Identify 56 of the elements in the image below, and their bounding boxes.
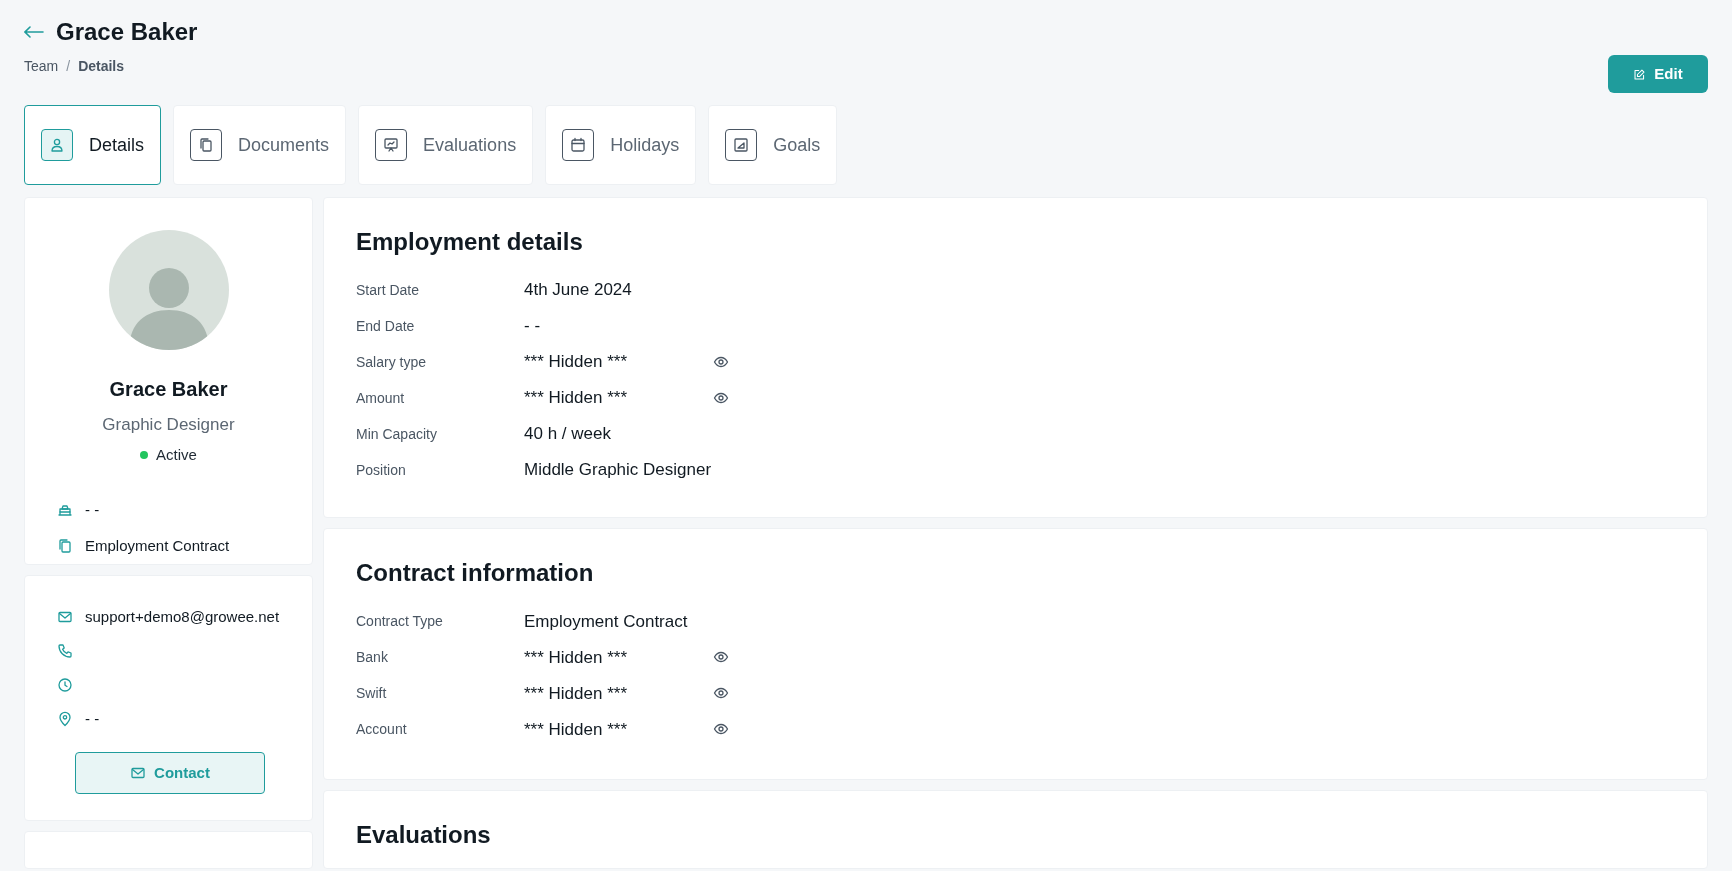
section-title: Contract information — [356, 558, 595, 589]
field-label: Start Date — [356, 280, 421, 300]
tab[interactable]: Goals — [708, 105, 838, 185]
cake-icon — [57, 502, 73, 518]
section-title: Evaluations — [356, 820, 492, 851]
field-value: 40 h / week — [524, 423, 611, 446]
job-title: Graphic Designer — [102, 414, 235, 436]
documents-icon — [198, 137, 215, 153]
clock-icon — [57, 677, 73, 693]
field-label: Salary type — [356, 352, 428, 372]
field-label: Swift — [356, 683, 388, 703]
tab[interactable]: Documents — [173, 105, 347, 185]
field-label: Min Capacity — [356, 424, 438, 444]
back-arrow-icon[interactable] — [24, 26, 44, 38]
breadcrumb-separator: / — [66, 57, 71, 76]
section-title: Employment details — [356, 227, 584, 257]
calendar-icon — [570, 137, 587, 153]
field-value: *** Hidden *** — [524, 387, 627, 410]
field-value: *** Hidden *** — [524, 718, 627, 741]
page-title: Grace Baker — [56, 17, 198, 47]
info-text: - - — [85, 499, 100, 520]
person-icon — [49, 137, 65, 153]
mail-icon — [57, 609, 73, 625]
field-label: Position — [356, 460, 407, 480]
field-value: Middle Graphic Designer — [524, 459, 712, 482]
field-label: Account — [356, 719, 408, 739]
tab[interactable]: Holidays — [545, 105, 697, 185]
field-value: Employment Contract — [524, 610, 688, 633]
field-label: Contract Type — [356, 611, 444, 631]
presentation-board-icon — [383, 137, 400, 153]
tab[interactable]: Details — [24, 105, 162, 185]
eye-icon[interactable] — [713, 354, 729, 370]
chart-icon — [733, 137, 750, 153]
breadcrumb-link[interactable]: Team — [24, 56, 59, 77]
field-value: *** Hidden *** — [524, 646, 627, 669]
info-text: - - — [85, 708, 100, 729]
status-label: Active — [156, 444, 197, 465]
documents-icon — [57, 538, 73, 554]
field-value: *** Hidden *** — [524, 351, 627, 374]
tab[interactable]: Evaluations — [358, 105, 534, 185]
info-text: Employment Contract — [85, 535, 230, 556]
mail-icon — [130, 765, 147, 781]
breadcrumb-current: Details — [78, 57, 125, 76]
field-value: *** Hidden *** — [524, 682, 627, 705]
field-label: End Date — [356, 316, 416, 336]
edit-button[interactable]: Edit — [1608, 55, 1708, 93]
field-value: 4th June 2024 — [524, 279, 632, 302]
field-label: Bank — [356, 647, 389, 667]
field-value: - - — [524, 315, 541, 338]
edit-icon — [1633, 67, 1647, 81]
field-label: Amount — [356, 388, 406, 408]
eye-icon[interactable] — [713, 390, 729, 406]
employee-name: Grace Baker — [109, 377, 228, 402]
location-pin-icon — [57, 711, 73, 727]
info-text: support+demo8@growee.net — [85, 606, 280, 627]
phone-icon — [57, 643, 73, 659]
